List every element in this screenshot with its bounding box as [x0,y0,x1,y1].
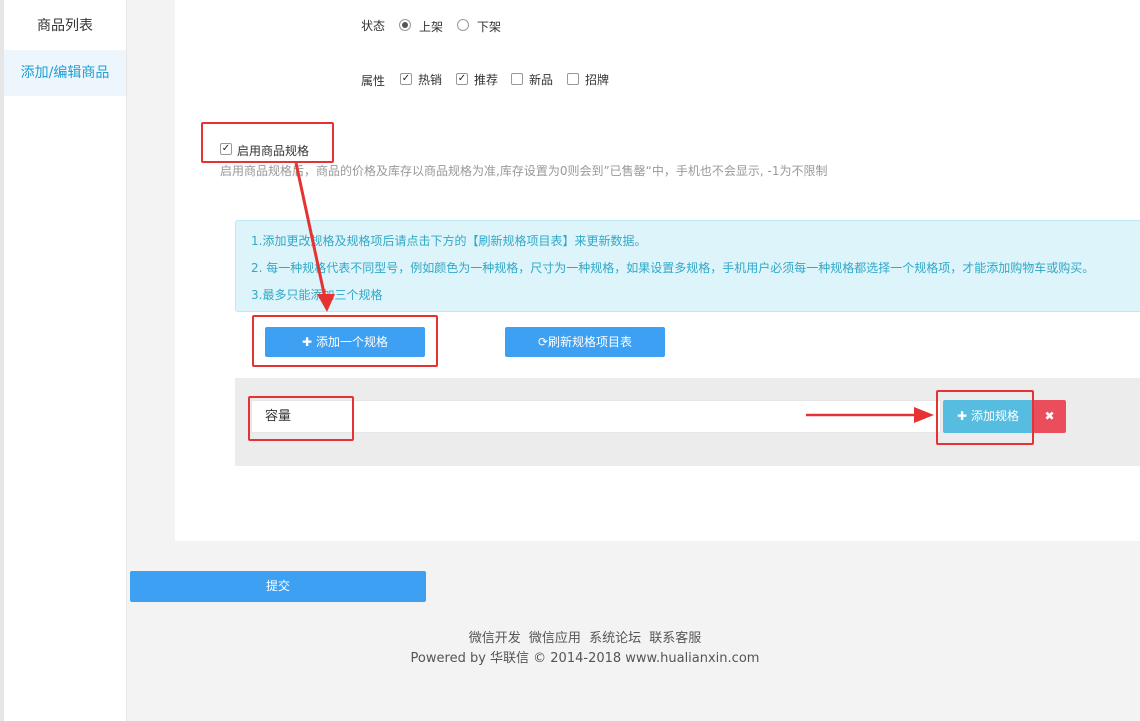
notice-line-3: 3.最多只能添加三个规格 [251,288,383,302]
notice-line-2: 2. 每一种规格代表不同型号，例如颜色为一种规格，尺寸为一种规格，如果设置多规格… [251,261,1095,275]
enable-spec-checkbox[interactable]: ✓ [220,143,232,155]
footer-copyright: Powered by 华联信 © 2014-2018 www.hualianxi… [410,651,760,666]
footer-link-wechat-dev[interactable]: 微信开发 [469,631,521,646]
attr-signature-checkbox[interactable] [567,73,579,85]
footer-link-forum[interactable]: 系统论坛 [589,631,641,646]
spec-name-input[interactable]: 容量 [251,400,941,433]
add-spec-button-label: 添加一个规格 [315,335,388,349]
enable-spec-label: 启用商品规格 [237,144,310,158]
plus-icon: ✚ [957,409,968,423]
attr-new-label: 新品 [529,73,554,87]
footer-links: 微信开发 微信应用 系统论坛 联系客服 [0,627,1140,646]
add-spec-button[interactable]: ✚ 添加一个规格 [265,327,425,357]
status-label: 状态 [361,19,386,33]
spec-notice-box: 1.添加更改规格及规格项后请点击下方的【刷新规格项目表】来更新数据。 2. 每一… [235,220,1140,312]
refresh-spec-table-button-label: 刷新规格项目表 [548,335,633,349]
attr-hot-checkbox[interactable]: ✓ [400,73,412,85]
status-on-radio[interactable] [399,19,411,31]
sidebar-item-edit-product[interactable]: 添加/编辑商品 [4,50,126,96]
add-spec-item-button-label: 添加规格 [970,409,1019,423]
sidebar: 商品列表 添加/编辑商品 [4,0,127,721]
refresh-icon: ⟳ [537,335,549,349]
add-spec-item-button[interactable]: ✚ 添加规格 [943,400,1033,433]
refresh-spec-table-button[interactable]: ⟳刷新规格项目表 [505,327,665,357]
attr-new-checkbox[interactable] [511,73,523,85]
footer-link-support[interactable]: 联系客服 [649,631,701,646]
status-off-label: 下架 [477,20,502,34]
submit-button[interactable]: 提交 [130,571,426,602]
enable-spec-help-text: 启用商品规格后，商品的价格及库存以商品规格为准,库存设置为0则会到”已售罄“中，… [220,164,828,178]
delete-spec-button[interactable]: ✖ [1033,400,1066,433]
status-off-radio[interactable] [457,19,469,31]
sidebar-item-product-list[interactable]: 商品列表 [4,0,126,50]
attr-recommend-label: 推荐 [474,73,499,87]
attr-recommend-checkbox[interactable]: ✓ [456,73,468,85]
close-icon: ✖ [1044,409,1055,423]
plus-icon: ✚ [302,335,313,349]
notice-line-1: 1.添加更改规格及规格项后请点击下方的【刷新规格项目表】来更新数据。 [251,234,647,248]
attr-hot-label: 热销 [418,73,443,87]
attrs-label: 属性 [361,74,386,88]
status-on-label: 上架 [419,20,444,34]
footer-link-wechat-apps[interactable]: 微信应用 [529,631,581,646]
attr-signature-label: 招牌 [585,73,610,87]
